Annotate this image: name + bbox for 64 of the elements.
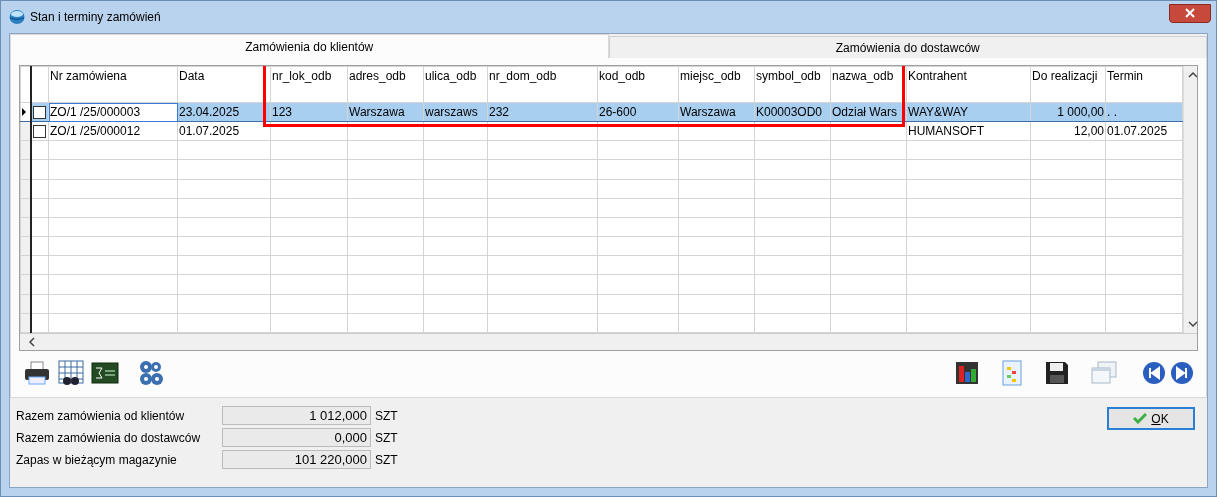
previous-icon[interactable] xyxy=(1142,361,1166,385)
column-header[interactable]: Kontrahent xyxy=(906,66,1031,103)
ok-button[interactable]: OK xyxy=(1107,407,1195,430)
column-header[interactable]: symbol_odb xyxy=(754,66,831,103)
column-header[interactable]: kod_odb xyxy=(597,66,679,103)
save-icon[interactable] xyxy=(1044,360,1070,386)
scroll-up-icon[interactable] xyxy=(1188,71,1197,79)
scroll-down-icon[interactable] xyxy=(1188,320,1197,328)
summary-value-field: 1 012,000 xyxy=(222,406,371,425)
summary-label: Razem zamówienia od klientów xyxy=(16,408,186,423)
table-cell: 23.04.2025 xyxy=(179,105,240,120)
vertical-scrollbar[interactable] xyxy=(1183,66,1197,333)
table-cell: ZO/1 /25/000003 xyxy=(50,105,141,120)
close-button[interactable] xyxy=(1169,3,1211,23)
unit-label: SZT xyxy=(375,452,398,467)
table-cell: 01.07.2025 xyxy=(1107,124,1168,139)
formula-icon[interactable] xyxy=(91,361,119,385)
table-cell: 01.07.2025 xyxy=(179,124,240,139)
next-icon[interactable] xyxy=(1170,361,1194,385)
table-cell: ZO/1 /25/000012 xyxy=(50,124,141,139)
column-header[interactable]: nazwa_odb xyxy=(830,66,907,103)
table-cell: WAY&WAY xyxy=(908,105,968,120)
close-icon xyxy=(1185,8,1195,18)
check-icon xyxy=(1133,413,1148,424)
column-header[interactable]: nr_lok_odb xyxy=(270,66,348,103)
column-header[interactable]: Data xyxy=(177,66,271,103)
table-cell: HUMANSOFT xyxy=(908,124,984,139)
unit-label: SZT xyxy=(375,408,398,423)
tab[interactable]: Zamówienia do klientów xyxy=(10,34,609,58)
column-header[interactable]: nr_dom_odb xyxy=(487,66,598,103)
column-header[interactable]: miejsc_odb xyxy=(678,66,755,103)
table-cell: 123 xyxy=(272,105,293,120)
gears-icon[interactable] xyxy=(137,359,165,387)
printer-icon[interactable] xyxy=(23,360,51,386)
table-cell: warszaws xyxy=(425,105,478,120)
bar-chart-icon[interactable] xyxy=(954,360,980,386)
table-cell: Warszawa xyxy=(349,105,405,120)
table-cell: 26-600 xyxy=(599,105,637,120)
column-header[interactable]: Do realizacji xyxy=(1030,66,1106,103)
row-checkbox[interactable] xyxy=(33,125,47,139)
app-icon xyxy=(9,9,25,25)
table-cell: Odział Wars xyxy=(832,105,897,120)
table-cell: 1 000,00 xyxy=(1057,105,1104,120)
summary-value-field: 101 220,000 xyxy=(222,450,371,469)
table-cell: . . xyxy=(1107,105,1117,120)
summary-value-field: 0,000 xyxy=(222,428,371,447)
tab[interactable]: Zamówienia do dostawców xyxy=(608,36,1207,58)
unit-label: SZT xyxy=(375,430,398,445)
current-row-icon xyxy=(22,108,26,117)
column-header[interactable]: ulica_odb xyxy=(423,66,488,103)
window-title: Stan i terminy zamówień xyxy=(30,10,161,24)
scroll-left-icon[interactable] xyxy=(28,337,36,347)
summary-label: Razem zamówienia do dostawców xyxy=(16,430,202,445)
column-header[interactable]: Termin xyxy=(1105,66,1183,103)
table-cell: K00003OD0 xyxy=(756,105,823,120)
summary-label: Zapas w bieżącym magazynie xyxy=(16,452,178,467)
column-header[interactable]: Nr zamówiena xyxy=(48,66,178,103)
horizontal-scrollbar[interactable] xyxy=(20,333,1197,350)
table-cell: 232 xyxy=(489,105,510,120)
row-checkbox[interactable] xyxy=(33,106,47,120)
table-cell: Warszawa xyxy=(680,105,736,120)
table-cell: 12,00 xyxy=(1073,124,1104,139)
grid-binoculars-icon[interactable] xyxy=(57,359,85,387)
column-header[interactable]: adres_odb xyxy=(347,66,424,103)
